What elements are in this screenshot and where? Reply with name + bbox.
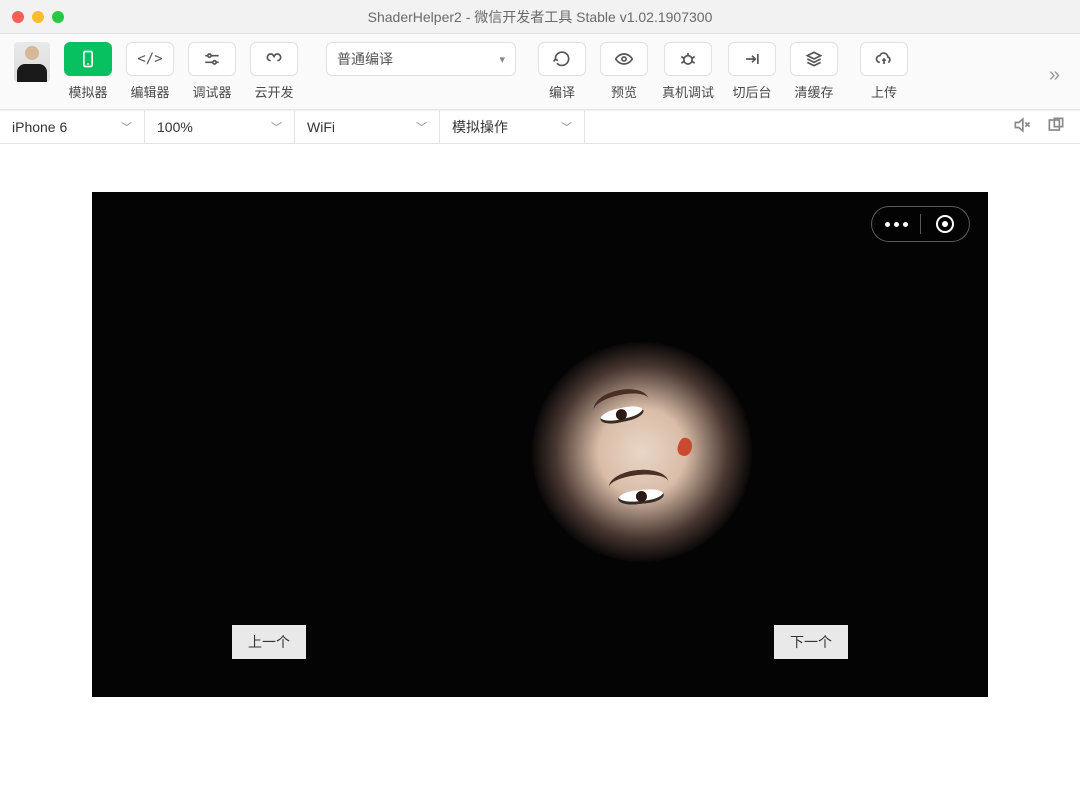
clear-cache-button[interactable] [790, 42, 838, 76]
maximize-window-button[interactable] [52, 11, 64, 23]
face-detail [607, 467, 669, 491]
simulate-action-value: 模拟操作 [452, 117, 508, 137]
chevron-down-icon: ﹀ [271, 119, 282, 135]
compile-mode-select[interactable]: 普通编译 ▾ [326, 42, 516, 76]
preview-label: 预览 [611, 82, 637, 101]
code-icon: </> [137, 51, 162, 67]
cloud-dev-label: 云开发 [254, 82, 293, 101]
simulate-action-select[interactable]: 模拟操作 ﹀ [440, 111, 585, 143]
chevron-down-icon: ▾ [499, 53, 505, 66]
capsule-menu-button[interactable] [872, 207, 920, 241]
app-canvas: 上一个 下一个 [92, 192, 988, 697]
face-detail [617, 488, 664, 507]
window-titlebar: ShaderHelper2 - 微信开发者工具 Stable v1.02.190… [0, 0, 1080, 34]
editor-button[interactable]: </> [126, 42, 174, 76]
toolbar-overflow-button[interactable]: » [1043, 64, 1066, 87]
debugger-button[interactable] [188, 42, 236, 76]
shader-peephole-effect [532, 342, 752, 562]
simulator-stage: 上一个 下一个 [0, 144, 1080, 787]
switch-background-icon [742, 49, 762, 69]
volume-mute-icon [1012, 115, 1032, 135]
mute-button[interactable] [1012, 115, 1032, 140]
cloud-upload-icon [874, 49, 894, 69]
main-toolbar: 模拟器 </> 编辑器 调试器 云开发 普通编译 ▾ [0, 34, 1080, 110]
preview-button[interactable] [600, 42, 648, 76]
editor-label: 编辑器 [130, 82, 169, 101]
zoom-select[interactable]: 100% ﹀ [145, 111, 295, 143]
minimize-window-button[interactable] [32, 11, 44, 23]
network-select[interactable]: WiFi ﹀ [295, 111, 440, 143]
miniprogram-capsule [871, 206, 970, 242]
background-button[interactable] [728, 42, 776, 76]
simulator-label: 模拟器 [68, 82, 107, 101]
next-button[interactable]: 下一个 [774, 625, 848, 659]
traffic-lights [12, 11, 64, 23]
chevron-down-icon: ﹀ [121, 119, 132, 135]
user-avatar[interactable] [14, 42, 50, 82]
eye-icon [614, 49, 634, 69]
close-window-button[interactable] [12, 11, 24, 23]
debugger-label: 调试器 [192, 82, 231, 101]
background-label: 切后台 [733, 82, 772, 101]
compile-mode-value: 普通编译 [337, 49, 393, 69]
detach-window-button[interactable] [1046, 115, 1066, 140]
upload-button[interactable] [860, 42, 908, 76]
view-switch-group: 模拟器 </> 编辑器 调试器 云开发 [60, 42, 302, 101]
chevron-down-icon: ﹀ [561, 119, 572, 135]
device-select[interactable]: iPhone 6 ﹀ [0, 111, 145, 143]
device-value: iPhone 6 [12, 119, 67, 135]
compile-button[interactable] [538, 42, 586, 76]
bug-icon [678, 49, 698, 69]
network-value: WiFi [307, 119, 335, 135]
chevron-down-icon: ﹀ [416, 119, 427, 135]
target-icon [936, 215, 954, 233]
cloud-dev-button[interactable] [250, 42, 298, 76]
zoom-value: 100% [157, 119, 193, 135]
simulator-settings-bar: iPhone 6 ﹀ 100% ﹀ WiFi ﹀ 模拟操作 ﹀ [0, 110, 1080, 144]
compile-label: 编译 [549, 82, 575, 101]
upload-label: 上传 [871, 82, 897, 101]
sliders-icon [202, 49, 222, 69]
simulator-button[interactable] [64, 42, 112, 76]
face-detail [675, 436, 694, 458]
remote-debug-label: 真机调试 [662, 82, 714, 101]
clear-cache-label: 清缓存 [795, 82, 834, 101]
window-title: ShaderHelper2 - 微信开发者工具 Stable v1.02.190… [368, 7, 713, 27]
upload-group: 上传 [856, 42, 912, 101]
phone-icon [78, 49, 98, 69]
capsule-close-button[interactable] [921, 207, 969, 241]
ellipsis-icon [885, 222, 908, 227]
detach-icon [1046, 115, 1066, 135]
refresh-icon [552, 49, 572, 69]
action-group: 编译 预览 真机调试 切后台 清缓存 [534, 42, 842, 101]
layers-icon [804, 49, 824, 69]
remote-debug-button[interactable] [664, 42, 712, 76]
cloud-link-icon [264, 49, 284, 69]
prev-button[interactable]: 上一个 [232, 625, 306, 659]
